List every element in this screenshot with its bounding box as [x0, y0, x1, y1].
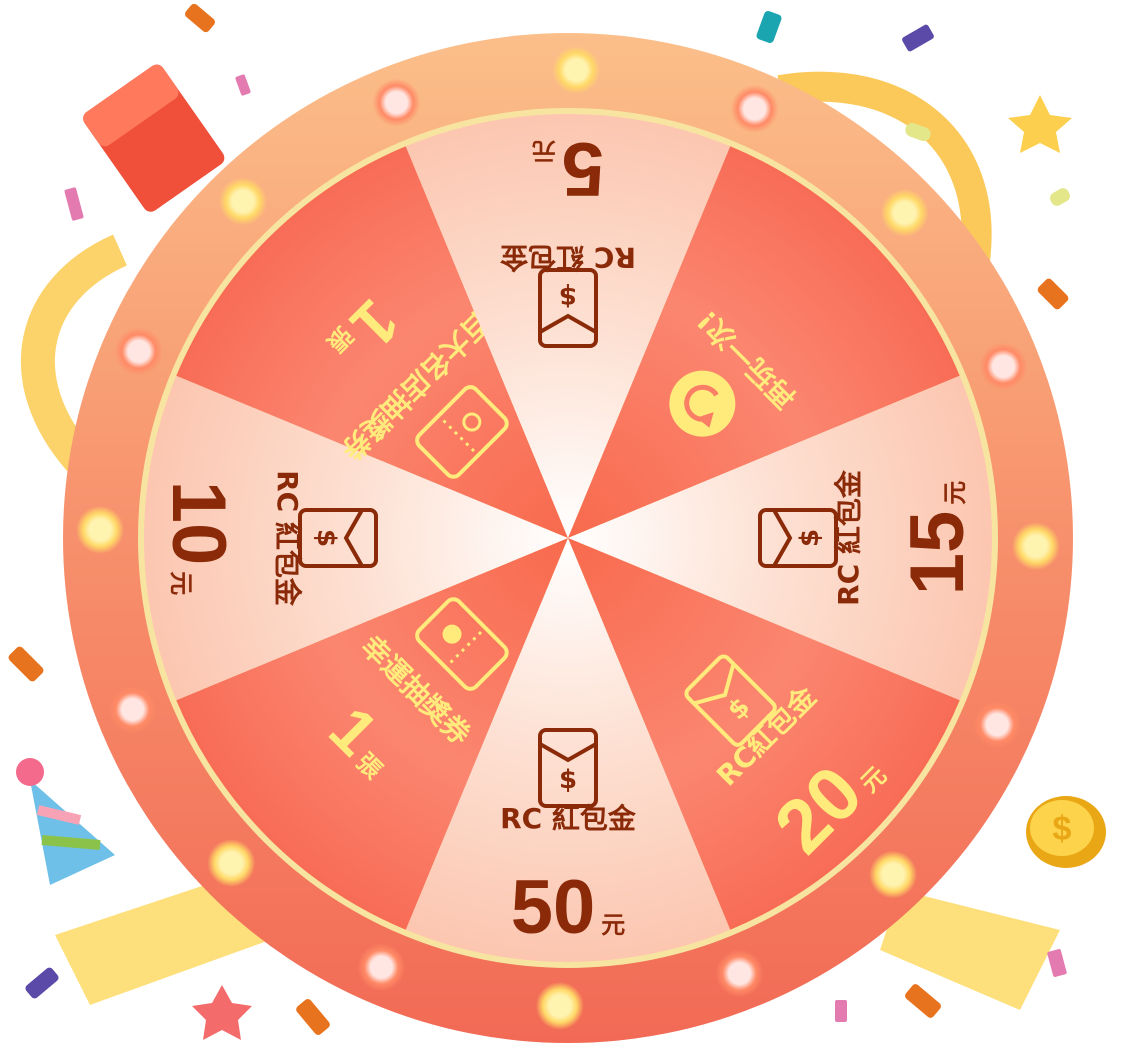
light-bulb: [715, 949, 764, 998]
light-bulb: [357, 943, 406, 992]
star-icon: [1008, 95, 1072, 153]
party-hat-decoration: [16, 758, 115, 885]
segment-label: RC 紅包金: [832, 469, 865, 606]
segment-label: RC 紅包金: [271, 470, 304, 607]
gold-coin-decoration: $: [1026, 796, 1106, 868]
light-bulb: [218, 177, 267, 226]
segment-label: RC 紅包金: [499, 241, 636, 274]
svg-text:$: $: [1053, 810, 1072, 848]
light-bulb: [207, 839, 256, 888]
svg-text:$: $: [795, 529, 825, 547]
svg-text:$: $: [559, 765, 577, 795]
light-bulb: [973, 700, 1022, 749]
light-bulb: [730, 84, 779, 133]
light-bulb: [880, 188, 929, 237]
prize-wheel-scene: $ $RC 紅包金50 元幸運抽獎券1張$RC 紅包金10元百大名店抽獎券1張$R…: [8, 3, 1106, 1043]
light-bulb: [552, 46, 601, 95]
light-bulb: [114, 327, 163, 376]
svg-text:$: $: [311, 529, 341, 547]
prize-wheel[interactable]: $RC 紅包金50 元幸運抽獎券1張$RC 紅包金10元百大名店抽獎券1張$RC …: [63, 33, 1073, 1043]
svg-text:$: $: [559, 281, 577, 311]
light-bulb: [869, 850, 918, 899]
light-bulb: [76, 505, 125, 554]
light-bulb: [372, 78, 421, 127]
light-bulb: [535, 981, 584, 1030]
star-icon: [192, 985, 252, 1040]
light-bulb: [1011, 522, 1060, 571]
light-bulb: [108, 685, 157, 734]
segment-label: RC 紅包金: [500, 802, 637, 835]
light-bulb: [979, 342, 1028, 391]
